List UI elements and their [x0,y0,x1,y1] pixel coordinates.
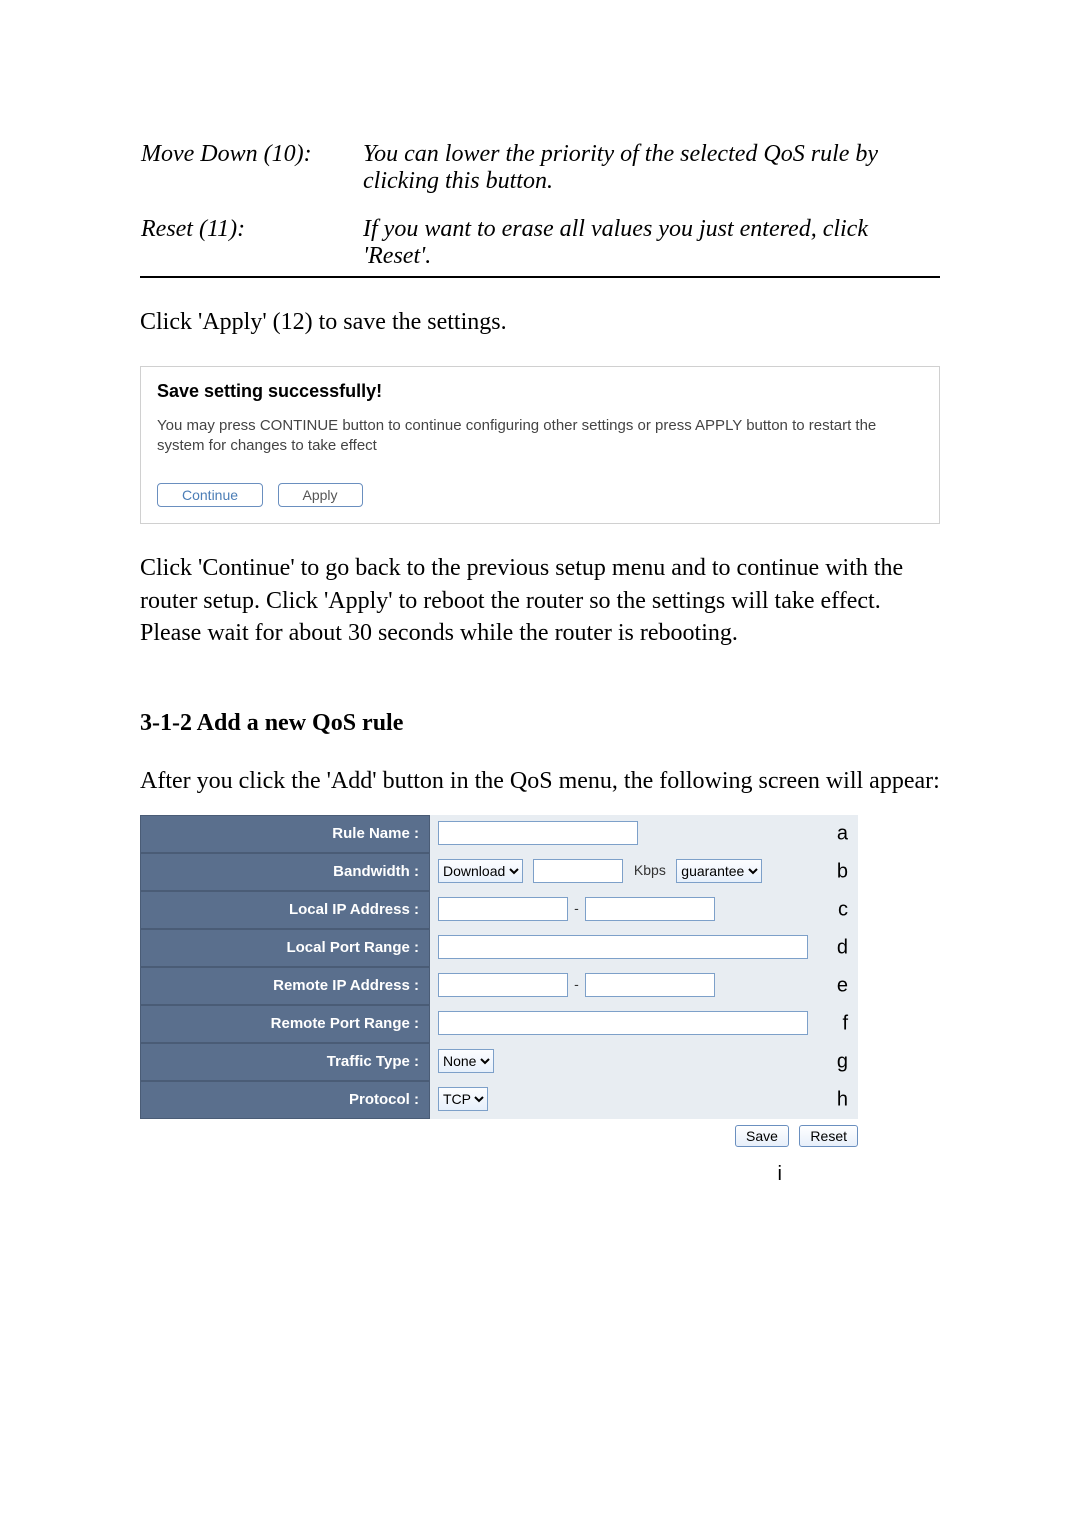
annotation-e: e [837,974,848,997]
section-title: 3-1-2 Add a new QoS rule [140,710,940,737]
desc-move-down: You can lower the priority of the select… [362,140,940,215]
label-traffic-type: Traffic Type : [140,1043,430,1081]
local-ip-start-input[interactable] [438,897,568,921]
continue-button[interactable]: Continue [157,483,263,507]
save-success-actions: Continue Apply [157,483,923,507]
row-footer-buttons: Save Reset [140,1119,860,1157]
dash-icon: - [572,976,580,992]
save-success-title: Save setting successfully! [157,381,923,402]
cell-local-ip: - c [430,891,858,929]
label-local-ip: Local IP Address : [140,891,430,929]
cell-traffic-type: None g [430,1043,858,1081]
label-bandwidth: Bandwidth : [140,853,430,891]
label-remote-ip: Remote IP Address : [140,967,430,1005]
annotation-g: g [837,1050,848,1073]
definition-row-reset: Reset (11): If you want to erase all val… [140,215,940,277]
row-protocol: Protocol : TCP h [140,1081,860,1119]
label-local-port: Local Port Range : [140,929,430,967]
row-traffic-type: Traffic Type : None g [140,1043,860,1081]
apply-hint-text: Click 'Apply' (12) to save the settings. [140,306,940,338]
row-bandwidth: Bandwidth : Download Kbps guarantee b [140,853,860,891]
bandwidth-value-input[interactable] [533,859,623,883]
label-remote-port: Remote Port Range : [140,1005,430,1043]
annotation-i: i [140,1163,860,1186]
label-protocol: Protocol : [140,1081,430,1119]
save-success-message: You may press CONTINUE button to continu… [157,416,923,455]
continue-paragraph: Click 'Continue' to go back to the previ… [140,552,940,649]
term-move-down: Move Down (10): [140,140,362,215]
local-port-range-input[interactable] [438,935,808,959]
cell-remote-ip: - e [430,967,858,1005]
traffic-type-select[interactable]: None [438,1049,494,1073]
definition-row-move-down: Move Down (10): You can lower the priori… [140,140,940,215]
term-reset: Reset (11): [140,215,362,277]
cell-local-port: d [430,929,858,967]
apply-button[interactable]: Apply [278,483,363,507]
annotation-a: a [837,822,848,845]
label-rule-name: Rule Name : [140,815,430,853]
protocol-select[interactable]: TCP [438,1087,488,1111]
rule-name-input[interactable] [438,821,638,845]
row-remote-ip: Remote IP Address : - e [140,967,860,1005]
dash-icon: - [572,900,580,916]
document-page: Move Down (10): You can lower the priori… [0,0,1080,1266]
cell-protocol: TCP h [430,1081,858,1119]
bandwidth-unit-text: Kbps [634,862,666,878]
row-local-port: Local Port Range : d [140,929,860,967]
row-local-ip: Local IP Address : - c [140,891,860,929]
remote-port-range-input[interactable] [438,1011,808,1035]
local-ip-end-input[interactable] [585,897,715,921]
save-success-panel: Save setting successfully! You may press… [140,366,940,524]
annotation-c: c [838,898,848,921]
cell-bandwidth: Download Kbps guarantee b [430,853,858,891]
annotation-d: d [837,936,848,959]
reset-button[interactable]: Reset [799,1125,858,1147]
save-button[interactable]: Save [735,1125,789,1147]
section-intro-text: After you click the 'Add' button in the … [140,765,940,797]
row-rule-name: Rule Name : a [140,815,860,853]
cell-rule-name: a [430,815,858,853]
remote-ip-end-input[interactable] [585,973,715,997]
remote-ip-start-input[interactable] [438,973,568,997]
desc-reset: If you want to erase all values you just… [362,215,940,277]
annotation-f: f [842,1012,848,1035]
qos-rule-form: Rule Name : a Bandwidth : Download Kbps … [140,815,860,1186]
cell-footer: Save Reset [140,1119,858,1157]
cell-remote-port: f [430,1005,858,1043]
annotation-b: b [837,860,848,883]
annotation-h: h [837,1088,848,1111]
bandwidth-direction-select[interactable]: Download [438,859,523,883]
row-remote-port: Remote Port Range : f [140,1005,860,1043]
definitions-table: Move Down (10): You can lower the priori… [140,140,940,278]
bandwidth-mode-select[interactable]: guarantee [676,859,762,883]
